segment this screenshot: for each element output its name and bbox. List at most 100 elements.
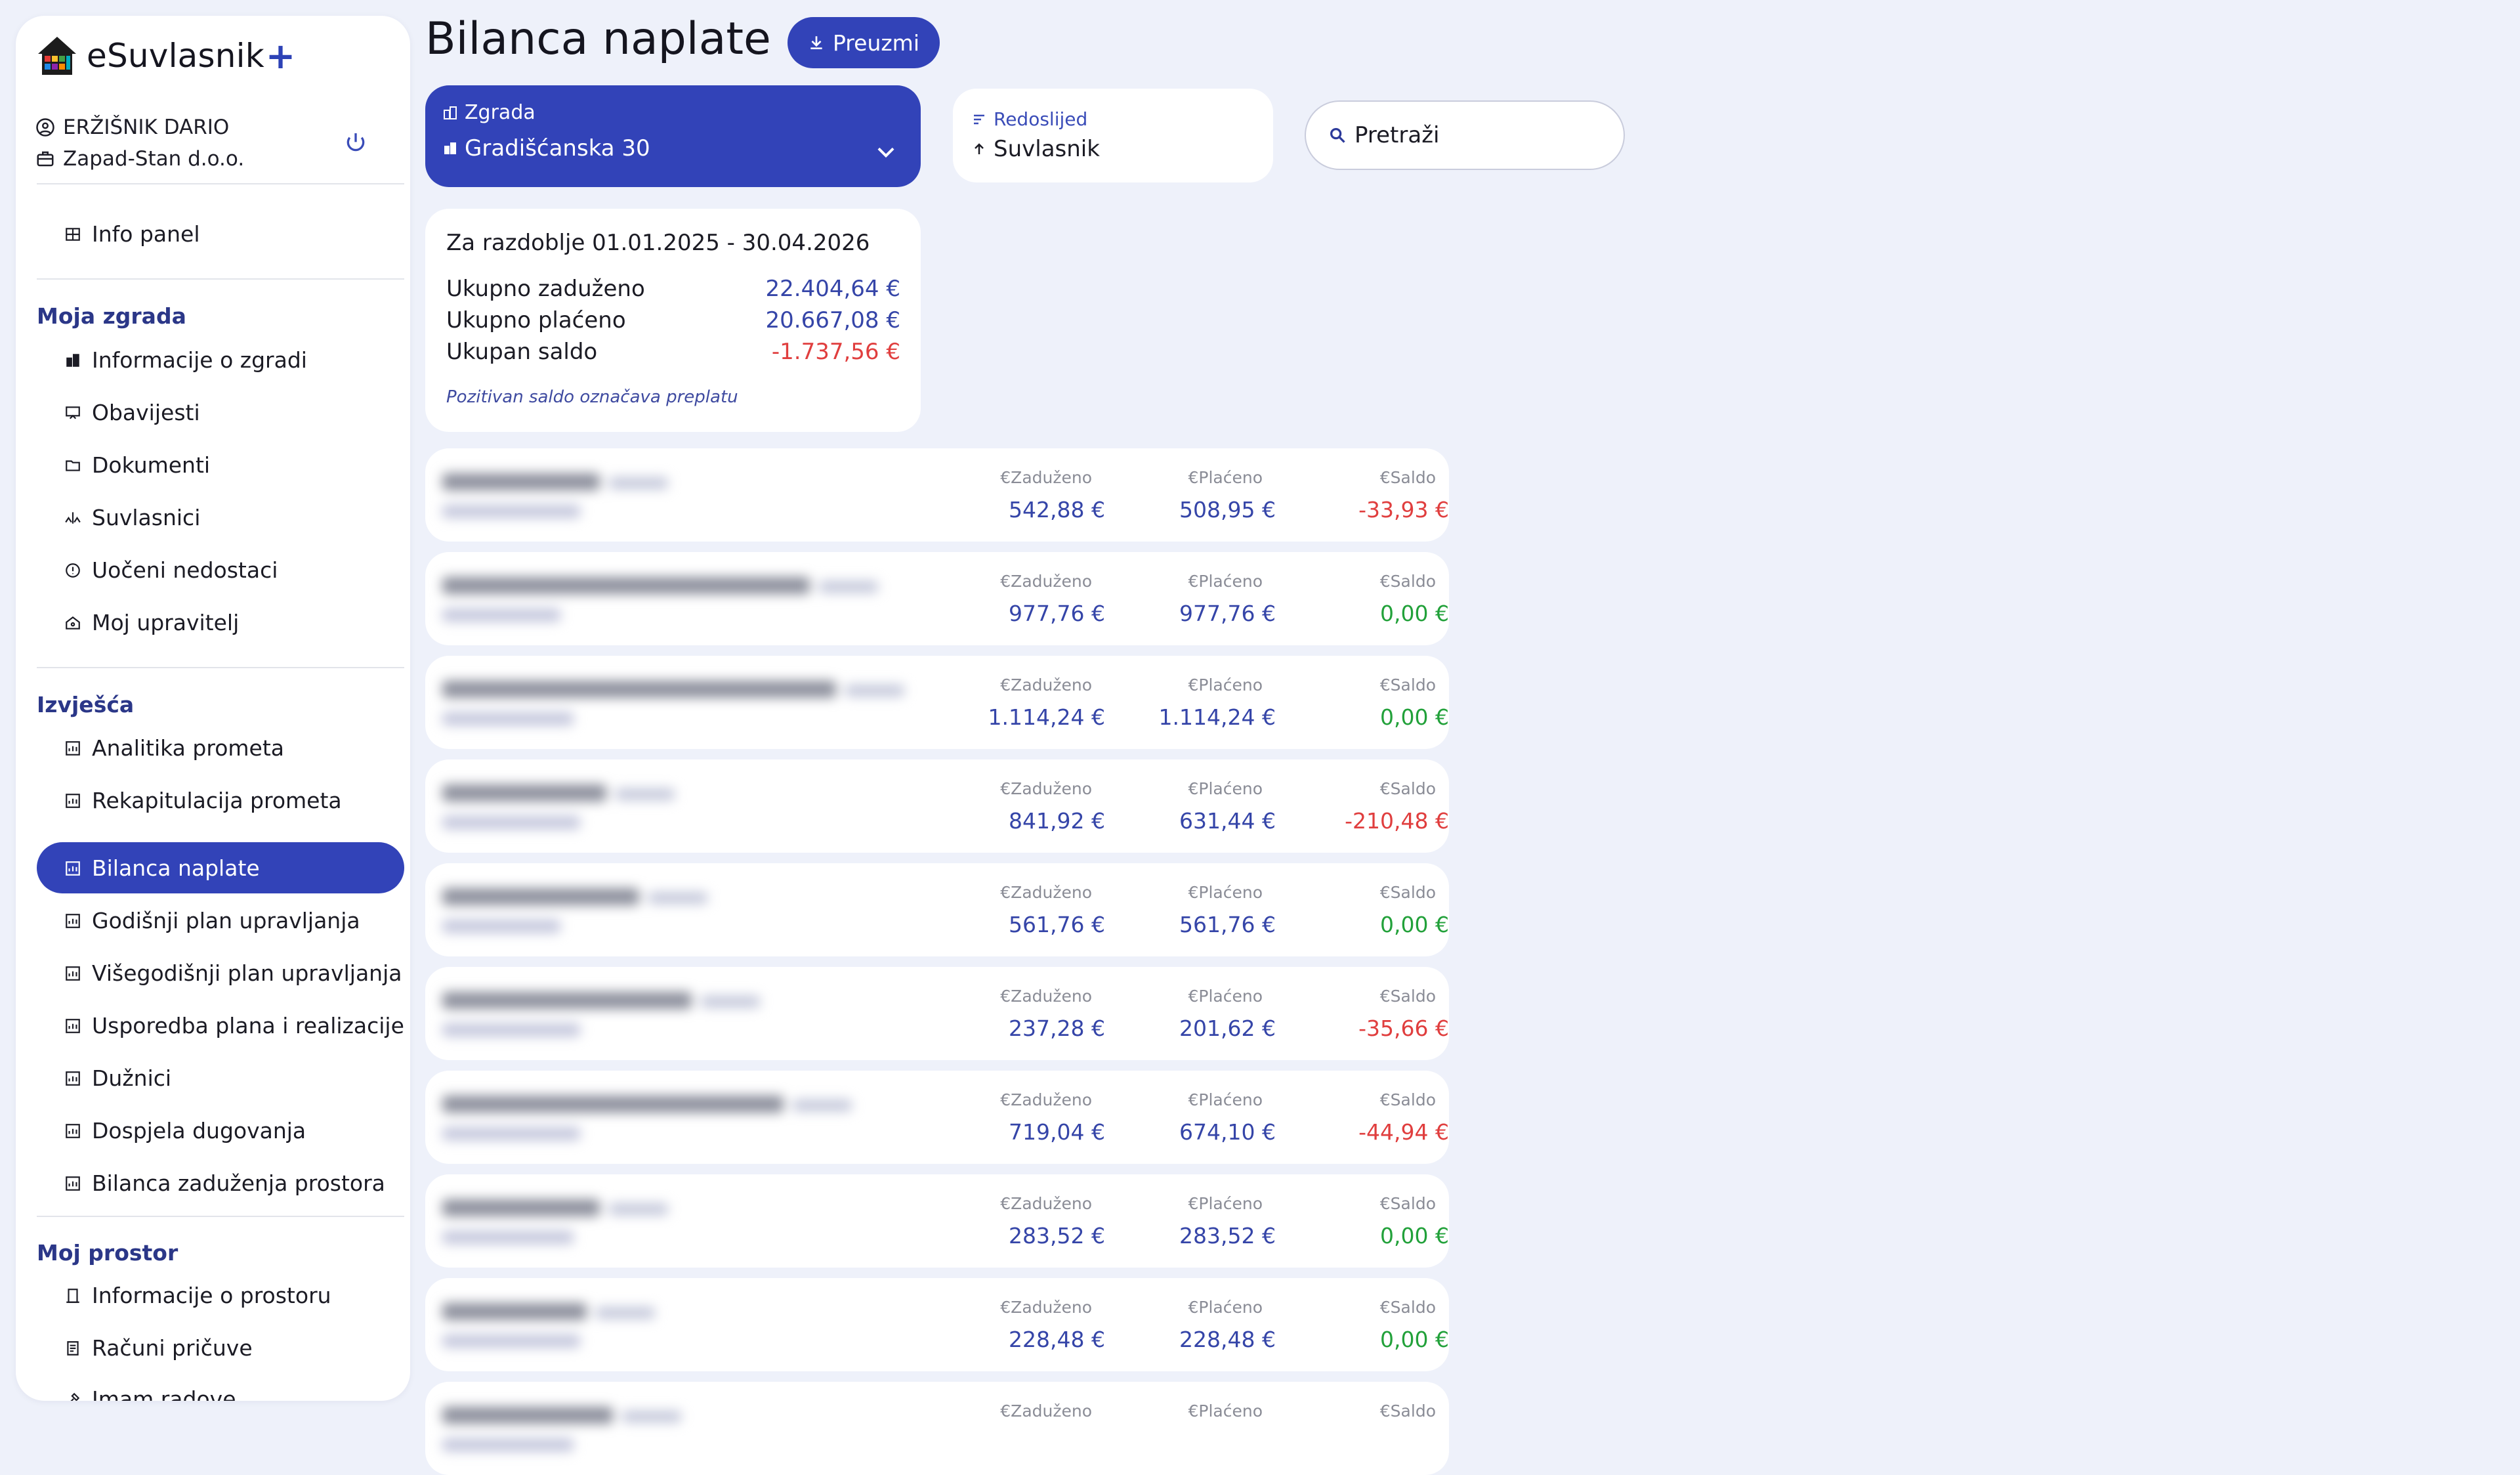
report-icon bbox=[66, 794, 80, 808]
building-icon bbox=[444, 142, 456, 154]
paid-header: €Plaćeno bbox=[1188, 1090, 1263, 1109]
summary-row: Ukupno plaćeno 20.667,08 € bbox=[446, 307, 900, 333]
charged-header: €Zaduženo bbox=[1000, 987, 1092, 1006]
briefcase-icon bbox=[37, 151, 54, 167]
paid-value: 201,62 € bbox=[1179, 1015, 1276, 1041]
paid-value: 283,52 € bbox=[1179, 1223, 1276, 1249]
sidebar-item-bilanca-naplate[interactable]: Bilanca naplate bbox=[37, 842, 404, 893]
sidebar-item-obavijesti[interactable]: Obavijesti bbox=[37, 387, 404, 438]
house-logo-icon bbox=[38, 37, 76, 75]
charged-header: €Zaduženo bbox=[1000, 883, 1092, 902]
table-row[interactable]: €Zaduženo 977,76 € €Plaćeno 977,76 € €Saldo 0… bbox=[425, 552, 1449, 645]
table-row[interactable]: €Zaduženo €Plaćeno €Saldo bbox=[425, 1382, 1449, 1475]
charged-value: 237,28 € bbox=[1009, 1015, 1105, 1041]
building-select[interactable]: Zgrada Gradišćanska 30 bbox=[425, 85, 921, 187]
charged-value: 561,76 € bbox=[1009, 912, 1105, 937]
report-icon bbox=[66, 861, 80, 876]
company-name: Zapad-Stan d.o.o. bbox=[63, 147, 245, 171]
sidebar-item-info-panel[interactable]: Info panel bbox=[37, 208, 404, 259]
summary-row: Ukupan saldo -1.737,56 € bbox=[446, 339, 900, 365]
sidebar-divider bbox=[37, 278, 404, 280]
table-row[interactable]: €Zaduženo 228,48 € €Plaćeno 228,48 € €Saldo 0… bbox=[425, 1278, 1449, 1371]
table-row[interactable]: €Zaduženo 561,76 € €Plaćeno 561,76 € €Saldo 0… bbox=[425, 863, 1449, 956]
sidebar-item-moj-upravitelj[interactable]: Moj upravitelj bbox=[37, 597, 404, 648]
sidebar-item-duznici[interactable]: Dužnici bbox=[37, 1052, 404, 1103]
paid-value: 977,76 € bbox=[1179, 601, 1276, 626]
download-button[interactable]: Preuzmi bbox=[788, 17, 940, 68]
table-row[interactable]: €Zaduženo 237,28 € €Plaćeno 201,62 € €Saldo -… bbox=[425, 967, 1449, 1060]
blurred-owner-name bbox=[442, 681, 904, 733]
balance-header: €Saldo bbox=[1379, 1298, 1436, 1317]
charged-header: €Zaduženo bbox=[1000, 468, 1092, 487]
balance-header: €Saldo bbox=[1379, 675, 1436, 695]
sidebar-item-imam-radove[interactable]: Imam radove bbox=[37, 1373, 404, 1401]
sidebar-item-racuni-pricuve[interactable]: Računi pričuve bbox=[37, 1322, 404, 1373]
paid-value: 508,95 € bbox=[1179, 497, 1276, 523]
sidebar-divider bbox=[37, 667, 404, 668]
company-row: Zapad-Stan d.o.o. bbox=[35, 147, 244, 171]
notice-board-icon bbox=[66, 406, 80, 419]
blurred-owner-name bbox=[442, 992, 875, 1044]
balance-header: €Saldo bbox=[1379, 572, 1436, 591]
blurred-owner-name bbox=[442, 577, 878, 630]
sidebar-item-bilanca-zaduzenja[interactable]: Bilanca zaduženja prostora bbox=[37, 1157, 404, 1208]
paid-header: €Plaćeno bbox=[1188, 883, 1263, 902]
sidebar: eSuvlasnik + ERŽIŠNIK DARIO Zapad-Stan d… bbox=[16, 16, 410, 1401]
logout-power-icon[interactable] bbox=[343, 130, 369, 156]
sidebar-item-informacije-o-zgradi[interactable]: Informacije o zgradi bbox=[37, 334, 404, 385]
balance-header: €Saldo bbox=[1379, 468, 1436, 487]
app-logo[interactable]: eSuvlasnik + bbox=[35, 34, 295, 77]
table-row[interactable]: €Zaduženo 1.114,24 € €Plaćeno 1.114,24 € €Sa… bbox=[425, 656, 1449, 749]
paid-value: 1.114,24 € bbox=[1158, 704, 1276, 730]
search-input[interactable] bbox=[1353, 121, 1605, 149]
receipt-icon bbox=[67, 1341, 79, 1356]
charged-value: 719,04 € bbox=[1009, 1119, 1105, 1145]
arrow-up-icon bbox=[975, 143, 984, 154]
sidebar-item-dospjela-dugovanja[interactable]: Dospjela dugovanja bbox=[37, 1105, 404, 1156]
balance-header: €Saldo bbox=[1379, 987, 1436, 1006]
paid-value: 674,10 € bbox=[1179, 1119, 1276, 1145]
search-field[interactable] bbox=[1305, 100, 1625, 170]
table-row[interactable]: €Zaduženo 283,52 € €Plaćeno 283,52 € €Saldo 0… bbox=[425, 1174, 1449, 1268]
sidebar-item-visegodisnji-plan[interactable]: Višegodišnji plan upravljanja bbox=[37, 947, 404, 998]
building-label: Zgrada bbox=[465, 101, 536, 124]
charged-header: €Zaduženo bbox=[1000, 675, 1092, 695]
people-icon bbox=[65, 512, 81, 524]
summary-note: Pozitivan saldo označava preplatu bbox=[446, 387, 738, 407]
sidebar-item-analitika-prometa[interactable]: Analitika prometa bbox=[37, 722, 404, 773]
sidebar-item-dokumenti[interactable]: Dokumenti bbox=[37, 439, 404, 490]
sidebar-item-informacije-o-prostoru[interactable]: Informacije o prostoru bbox=[37, 1270, 404, 1321]
paid-value: 228,48 € bbox=[1179, 1327, 1276, 1352]
page-title: Bilanca naplate bbox=[425, 13, 771, 65]
charged-value: 841,92 € bbox=[1009, 808, 1105, 834]
user-name-row: ERŽIŠNIK DARIO bbox=[35, 116, 229, 139]
sidebar-item-uoceni-nedostaci[interactable]: Uočeni nedostaci bbox=[37, 544, 404, 595]
report-icon bbox=[66, 966, 80, 981]
sidebar-item-usporedba-plana[interactable]: Usporedba plana i realizacije bbox=[37, 1000, 404, 1051]
building-icon bbox=[66, 354, 79, 367]
sidebar-item-suvlasnici[interactable]: Suvlasnici bbox=[37, 492, 404, 543]
table-row[interactable]: €Zaduženo 719,04 € €Plaćeno 674,10 € €Saldo -… bbox=[425, 1071, 1449, 1164]
download-icon bbox=[810, 36, 822, 50]
report-icon bbox=[66, 1071, 80, 1086]
charged-value: 542,88 € bbox=[1009, 497, 1105, 523]
paid-header: €Plaćeno bbox=[1188, 1194, 1263, 1213]
building-value: Gradišćanska 30 bbox=[465, 135, 650, 161]
paid-value: 631,44 € bbox=[1179, 808, 1276, 834]
table-row[interactable]: €Zaduženo 841,92 € €Plaćeno 631,44 € €Saldo -… bbox=[425, 759, 1449, 853]
folder-icon bbox=[66, 460, 80, 471]
section-title-moj-prostor: Moj prostor bbox=[37, 1240, 178, 1266]
section-title-moja-zgrada: Moja zgrada bbox=[37, 303, 186, 329]
paid-header: €Plaćeno bbox=[1188, 468, 1263, 487]
charged-header: €Zaduženo bbox=[1000, 572, 1092, 591]
charged-header: €Zaduženo bbox=[1000, 1194, 1092, 1213]
sidebar-item-godisnji-plan[interactable]: Godišnji plan upravljanja bbox=[37, 895, 404, 946]
paid-header: €Plaćeno bbox=[1188, 779, 1263, 798]
charged-value: 228,48 € bbox=[1009, 1327, 1105, 1352]
table-row[interactable]: €Zaduženo 542,88 € €Plaćeno 508,95 € €Saldo -… bbox=[425, 448, 1449, 542]
sidebar-item-rekapitulacija-prometa[interactable]: Rekapitulacija prometa bbox=[37, 775, 404, 826]
charged-value: 1.114,24 € bbox=[988, 704, 1105, 730]
report-icon bbox=[66, 1019, 80, 1033]
balance-header: €Saldo bbox=[1379, 1194, 1436, 1213]
sort-order-select[interactable]: Redoslijed Suvlasnik bbox=[953, 89, 1273, 182]
